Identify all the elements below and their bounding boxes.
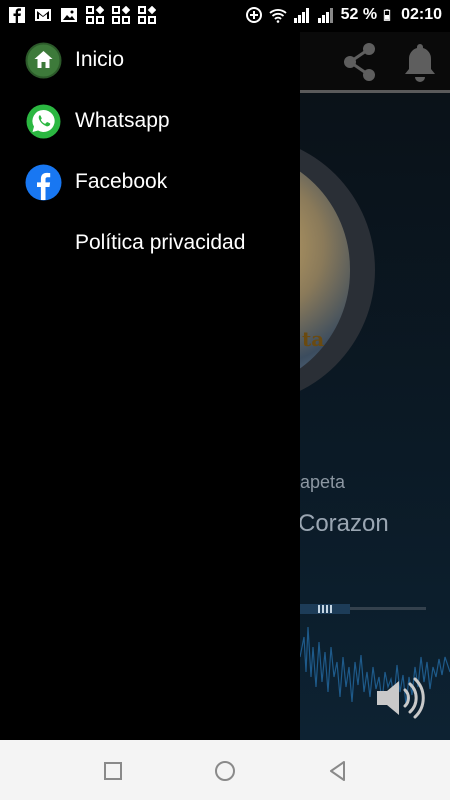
drawer-item-inicio[interactable]: Inicio — [0, 32, 300, 88]
drawer-label-privacy-policy: Política privacidad — [75, 231, 246, 254]
data-saver-icon — [245, 7, 262, 23]
facebook-icon — [25, 164, 62, 201]
volume-icon[interactable] — [375, 677, 425, 719]
whatsapp-icon — [26, 104, 61, 139]
notification-icons — [8, 6, 156, 24]
bell-icon[interactable] — [400, 40, 440, 84]
back-button[interactable] — [325, 758, 351, 784]
facebook-icon — [9, 7, 25, 23]
app-grid-icon — [138, 6, 156, 24]
drawer-item-facebook[interactable]: Facebook — [0, 154, 300, 210]
status-bar: 52 % 02:10 — [0, 0, 450, 32]
drawer-label-whatsapp: Whatsapp — [75, 109, 170, 132]
navigation-drawer: Inicio Whatsapp Facebook Política privac… — [0, 32, 300, 740]
gallery-icon — [61, 8, 77, 22]
artist-name: apeta — [300, 472, 346, 492]
app-grid-icon — [112, 6, 130, 24]
signal-2-icon — [317, 8, 333, 23]
battery-icon — [383, 9, 391, 21]
drawer-label-facebook: Facebook — [75, 170, 168, 193]
progress-thumb[interactable] — [318, 605, 332, 613]
home-icon — [25, 42, 62, 79]
song-title: Corazon — [298, 510, 389, 537]
home-button[interactable] — [212, 758, 238, 784]
share-icon[interactable] — [338, 40, 382, 84]
battery-percent: 52 % — [340, 6, 378, 23]
gmail-icon — [35, 9, 51, 21]
app-grid-icon — [86, 6, 104, 24]
drawer-label-inicio: Inicio — [75, 48, 125, 71]
system-navigation-bar — [0, 740, 450, 800]
recents-button[interactable] — [100, 758, 126, 784]
wifi-icon — [269, 9, 287, 23]
drawer-item-whatsapp[interactable]: Whatsapp — [0, 93, 300, 149]
system-status: 52 % 02:10 — [245, 6, 442, 24]
clock: 02:10 — [401, 6, 442, 23]
signal-1-icon — [293, 8, 309, 23]
drawer-item-privacy-policy[interactable]: Política privacidad — [0, 215, 300, 271]
cover-text: ta — [302, 327, 325, 351]
